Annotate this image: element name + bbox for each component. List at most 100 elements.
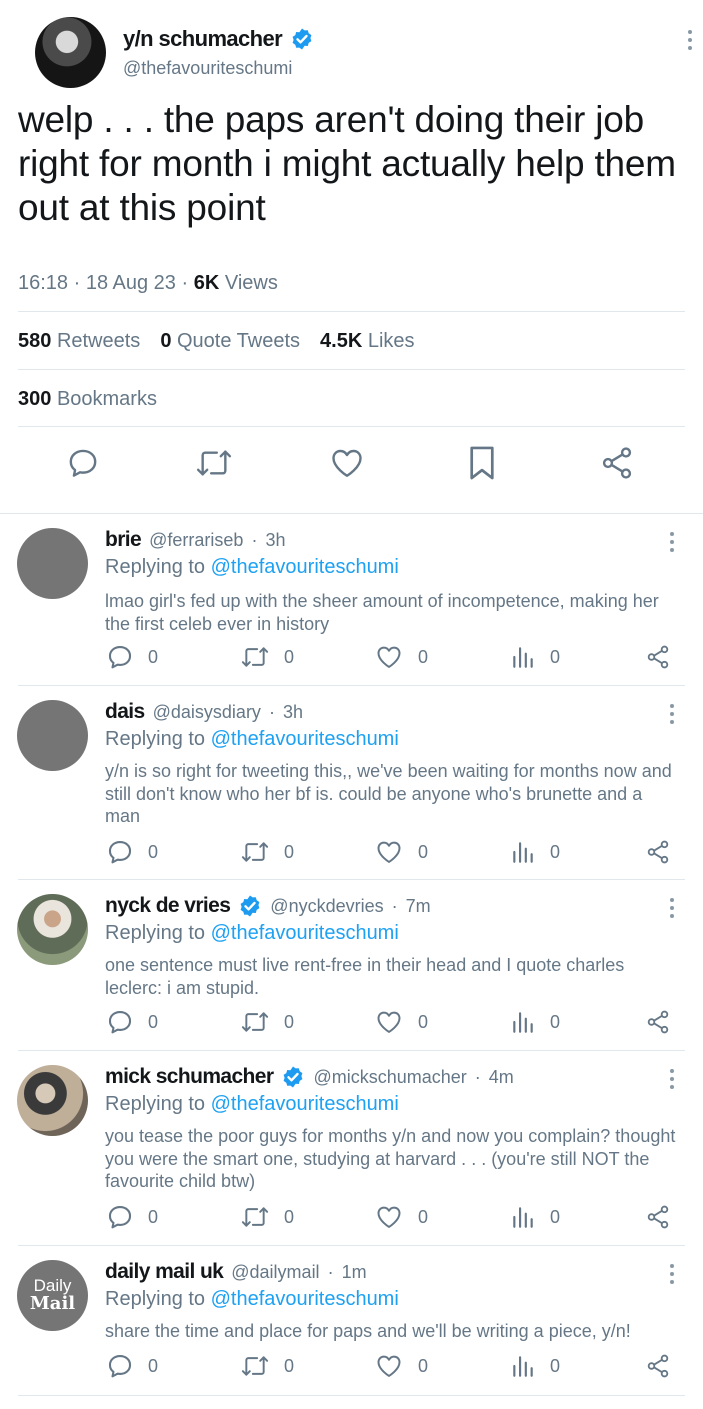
reply-item[interactable]: mick schumacher @mickschumacher · 4m Rep… bbox=[0, 1051, 703, 1246]
reply-item[interactable]: brie @ferrariseb · 3h Replying to @thefa… bbox=[0, 514, 703, 686]
reply-age[interactable]: 4m bbox=[489, 1067, 514, 1088]
verified-badge-icon bbox=[240, 895, 260, 917]
more-icon[interactable] bbox=[669, 704, 675, 724]
like-count: 0 bbox=[418, 1011, 429, 1032]
reply-author-name[interactable]: mick schumacher bbox=[105, 1065, 274, 1089]
avatar[interactable] bbox=[35, 17, 106, 88]
reply-button[interactable]: 0 bbox=[106, 1351, 158, 1381]
reply-author-handle[interactable]: @daisysdiary bbox=[153, 702, 261, 723]
reply-item[interactable]: dais @daisysdiary · 3h Replying to @thef… bbox=[0, 686, 703, 880]
replying-to-link[interactable]: @thefavouriteschumi bbox=[211, 922, 399, 944]
view-count: 0 bbox=[550, 1206, 561, 1227]
divider bbox=[18, 1395, 685, 1396]
share-button[interactable] bbox=[645, 1202, 671, 1232]
views-button[interactable]: 0 bbox=[510, 1351, 560, 1381]
retweet-button[interactable]: 0 bbox=[240, 1007, 294, 1037]
quotes-label: Quote Tweets bbox=[177, 330, 301, 352]
reply-button[interactable]: 0 bbox=[106, 1202, 158, 1232]
more-icon[interactable] bbox=[669, 898, 675, 918]
reply-count: 0 bbox=[148, 1355, 159, 1376]
share-icon bbox=[647, 1205, 669, 1229]
avatar[interactable] bbox=[17, 700, 88, 771]
reply-button[interactable]: 0 bbox=[106, 837, 158, 867]
bookmark-button[interactable] bbox=[462, 440, 502, 486]
views-button[interactable]: 0 bbox=[510, 642, 560, 672]
share-button[interactable] bbox=[645, 1007, 671, 1037]
reply-author-handle[interactable]: @nyckdevries bbox=[270, 896, 383, 917]
reply-button[interactable]: 0 bbox=[106, 642, 158, 672]
like-button[interactable]: 0 bbox=[374, 1007, 428, 1037]
replying-to-link[interactable]: @thefavouriteschumi bbox=[211, 728, 399, 750]
avatar[interactable] bbox=[17, 894, 88, 965]
replying-to: Replying to @thefavouriteschumi bbox=[105, 728, 399, 751]
tweet-time[interactable]: 16:18 bbox=[18, 272, 68, 294]
reply-item[interactable]: nyck de vries @nyckdevries · 7m Replying… bbox=[0, 880, 703, 1051]
reply-author-name[interactable]: brie bbox=[105, 528, 142, 552]
like-button[interactable]: 0 bbox=[374, 1202, 428, 1232]
reply-actions: 0 0 0 0 bbox=[0, 1007, 703, 1037]
retweet-icon bbox=[241, 1207, 269, 1227]
view-count: 0 bbox=[550, 646, 561, 667]
views-button[interactable]: 0 bbox=[510, 1202, 560, 1232]
reply-age[interactable]: 3h bbox=[265, 530, 285, 551]
reply-author-name[interactable]: dais bbox=[105, 700, 145, 724]
avatar[interactable]: Daily Mail bbox=[17, 1260, 88, 1331]
share-button[interactable] bbox=[645, 642, 671, 672]
reply-icon bbox=[108, 646, 132, 669]
replying-prefix: Replying to bbox=[105, 728, 206, 750]
author-name-row[interactable]: y/n schumacher bbox=[123, 26, 314, 52]
reply-button[interactable] bbox=[63, 440, 103, 486]
reply-author-handle[interactable]: @mickschumacher bbox=[313, 1067, 466, 1088]
quotes-stat[interactable]: 0 Quote Tweets bbox=[160, 330, 300, 353]
reply-count: 0 bbox=[148, 841, 159, 862]
avatar[interactable] bbox=[17, 1065, 88, 1136]
retweet-button[interactable]: 0 bbox=[240, 1351, 294, 1381]
views-button[interactable]: 0 bbox=[510, 1007, 560, 1037]
reply-age[interactable]: 1m bbox=[342, 1262, 367, 1283]
reply-author-handle[interactable]: @dailymail bbox=[231, 1262, 319, 1283]
replying-to-link[interactable]: @thefavouriteschumi bbox=[211, 556, 399, 578]
retweet-button[interactable] bbox=[194, 440, 234, 486]
replying-to-link[interactable]: @thefavouriteschumi bbox=[211, 1288, 399, 1310]
share-button[interactable] bbox=[597, 440, 637, 486]
reply-count: 0 bbox=[148, 1206, 159, 1227]
reply-header: nyck de vries @nyckdevries · 7m bbox=[105, 894, 431, 918]
replying-to-link[interactable]: @thefavouriteschumi bbox=[211, 1093, 399, 1115]
author-display-name[interactable]: y/n schumacher bbox=[123, 26, 283, 52]
views-count: 6K bbox=[193, 272, 220, 294]
replying-prefix: Replying to bbox=[105, 556, 206, 578]
retweet-button[interactable]: 0 bbox=[240, 1202, 294, 1232]
reply-button[interactable]: 0 bbox=[106, 1007, 158, 1037]
more-icon[interactable] bbox=[669, 532, 675, 552]
like-button[interactable] bbox=[327, 440, 367, 486]
likes-stat[interactable]: 4.5K Likes bbox=[320, 330, 415, 353]
reply-age[interactable]: 3h bbox=[283, 702, 303, 723]
reply-author-name[interactable]: daily mail uk bbox=[105, 1260, 224, 1284]
retweets-stat[interactable]: 580 Retweets bbox=[18, 330, 140, 353]
share-button[interactable] bbox=[645, 837, 671, 867]
tweet-date[interactable]: 18 Aug 23 bbox=[86, 272, 176, 294]
reply-text: y/n is so right for tweeting this,, we'v… bbox=[105, 761, 672, 826]
share-button[interactable] bbox=[645, 1351, 671, 1381]
retweet-button[interactable]: 0 bbox=[240, 837, 294, 867]
reply-item[interactable]: Daily Mail daily mail uk @dailymail · 1m… bbox=[0, 1246, 703, 1396]
views-button[interactable]: 0 bbox=[510, 837, 560, 867]
bookmarks-stat[interactable]: 300 Bookmarks bbox=[18, 388, 157, 411]
reply-author-handle[interactable]: @ferrariseb bbox=[149, 530, 243, 551]
reply-author-name[interactable]: nyck de vries bbox=[105, 894, 231, 918]
reply-text: one sentence must live rent-free in thei… bbox=[105, 955, 625, 998]
retweet-icon bbox=[241, 647, 269, 667]
more-icon[interactable] bbox=[669, 1264, 675, 1284]
avatar[interactable] bbox=[17, 528, 88, 599]
retweet-button[interactable]: 0 bbox=[240, 642, 294, 672]
author-handle[interactable]: @thefavouriteschumi bbox=[123, 58, 292, 79]
like-button[interactable]: 0 bbox=[374, 1351, 428, 1381]
heart-icon bbox=[377, 1355, 401, 1377]
like-button[interactable]: 0 bbox=[374, 642, 428, 672]
reply-header: mick schumacher @mickschumacher · 4m bbox=[105, 1065, 514, 1089]
more-icon[interactable] bbox=[669, 1069, 675, 1089]
reply-age[interactable]: 7m bbox=[406, 896, 431, 917]
views-icon bbox=[513, 1356, 533, 1377]
like-button[interactable]: 0 bbox=[374, 837, 428, 867]
more-icon[interactable] bbox=[687, 30, 693, 50]
